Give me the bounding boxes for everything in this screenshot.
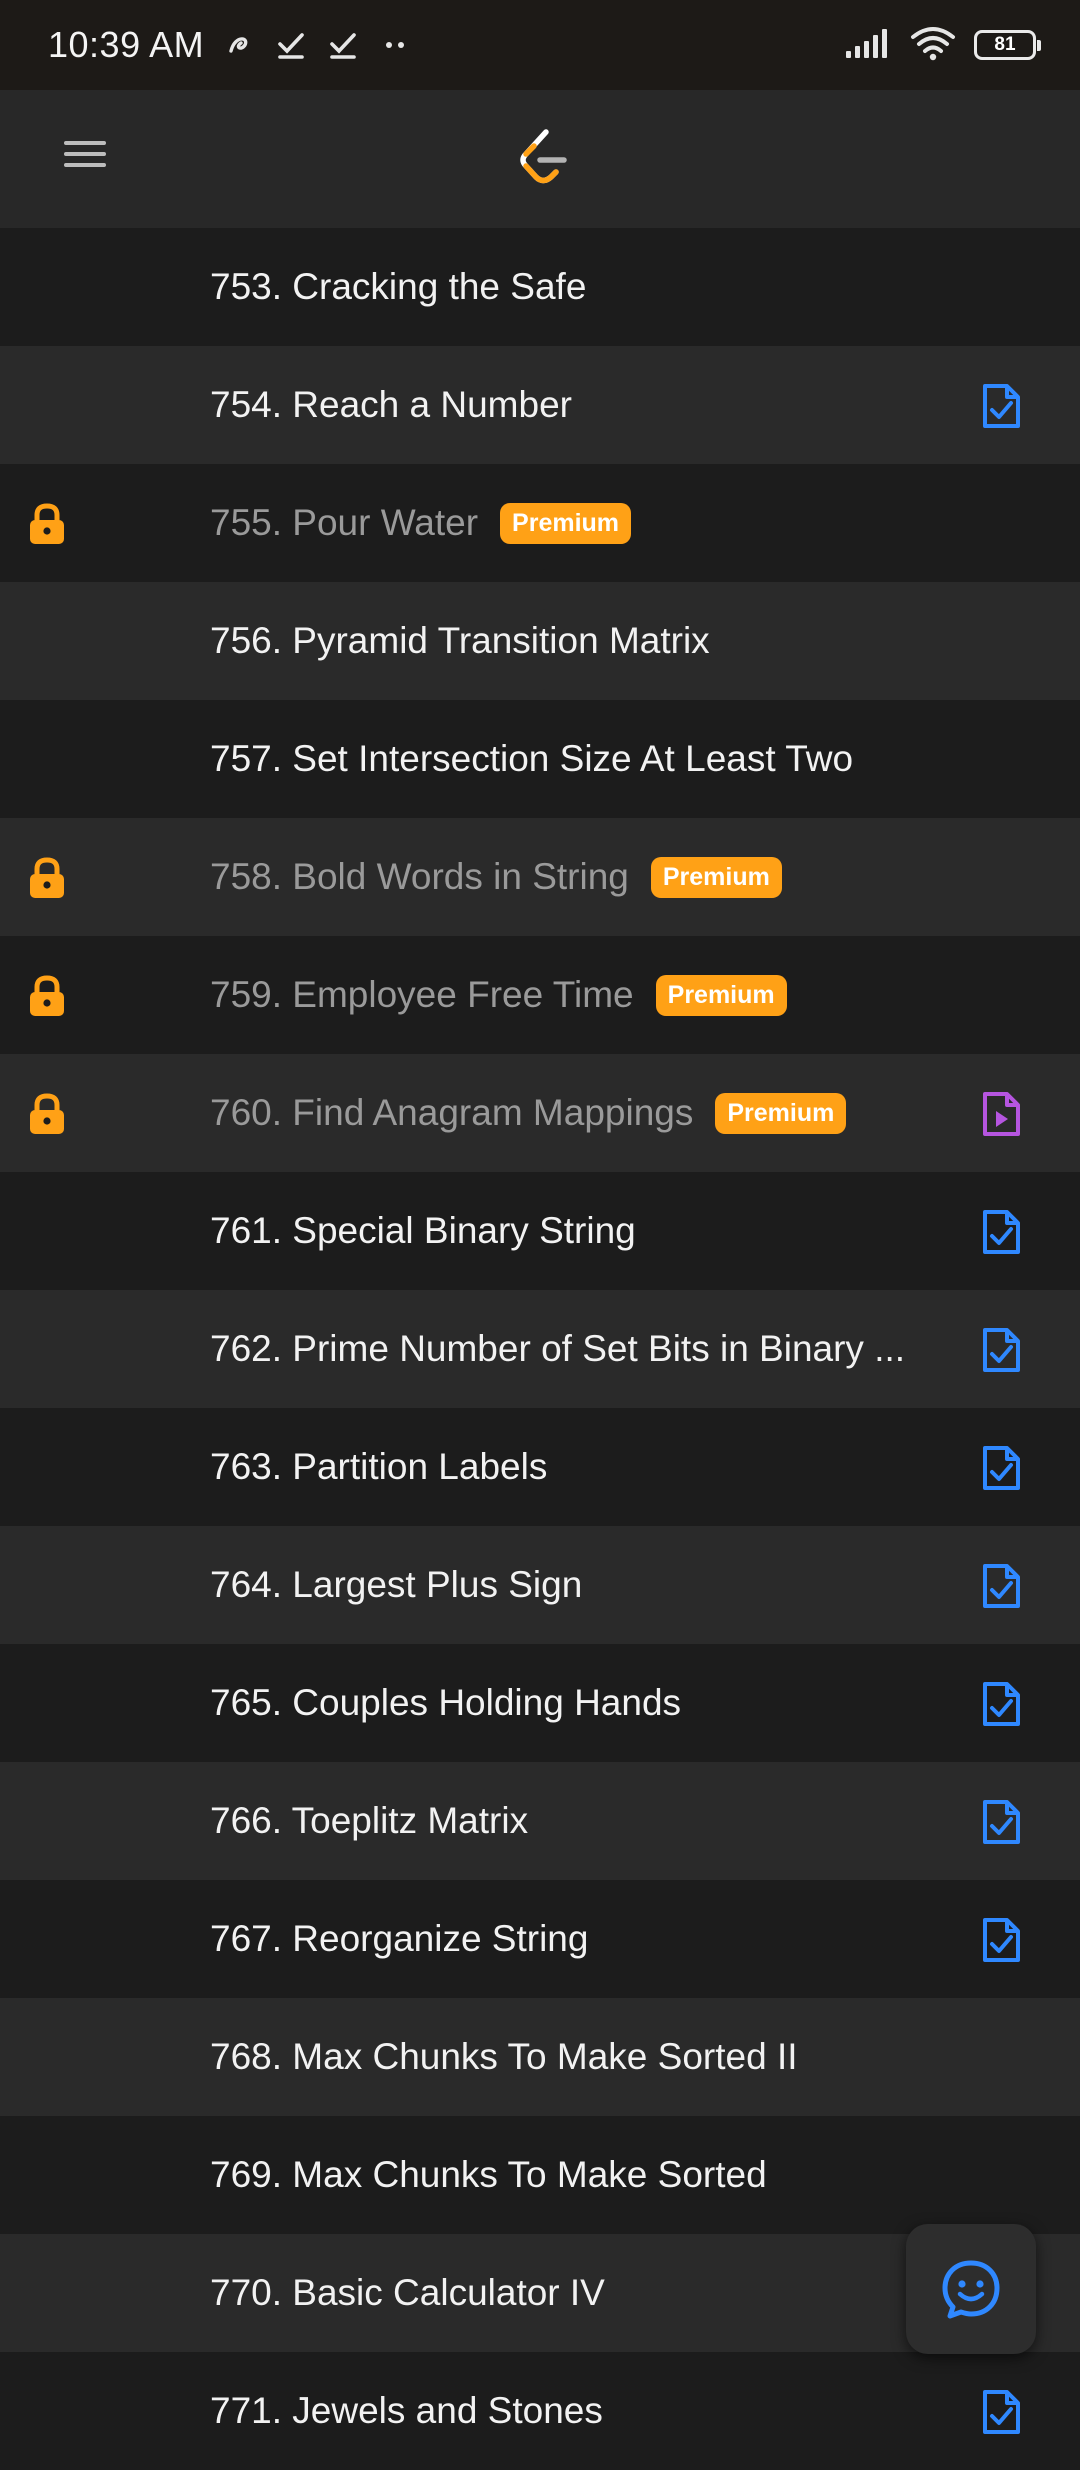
- problem-title: 759. Employee Free Time: [210, 974, 634, 1015]
- problem-title-wrap: 755. Pour Water Premium: [210, 464, 950, 582]
- problem-title: 769. Max Chunks To Make Sorted: [210, 2154, 767, 2195]
- battery-level: 81: [994, 34, 1016, 55]
- problem-row[interactable]: 762. Prime Number of Set Bits in Binary …: [0, 1290, 1080, 1408]
- problem-title-wrap: 753. Cracking the Safe: [210, 228, 950, 346]
- problem-title-wrap: 766. Toeplitz Matrix: [210, 1762, 950, 1880]
- status-time: 10:39 AM: [48, 24, 205, 65]
- problem-row[interactable]: 755. Pour Water Premium: [0, 464, 1080, 582]
- problem-row[interactable]: 768. Max Chunks To Make Sorted II: [0, 1998, 1080, 2116]
- check-icon: [274, 28, 308, 62]
- problem-title-wrap: 770. Basic Calculator IV: [210, 2234, 950, 2352]
- problem-row[interactable]: 756. Pyramid Transition Matrix: [0, 582, 1080, 700]
- leetcode-logo: [512, 126, 576, 192]
- problem-title: 763. Partition Labels: [210, 1446, 548, 1487]
- dots-icon: [378, 28, 412, 62]
- premium-badge: Premium: [500, 502, 632, 544]
- lock-icon: [26, 856, 68, 900]
- problem-title: 753. Cracking the Safe: [210, 266, 587, 307]
- problem-row[interactable]: 766. Toeplitz Matrix: [0, 1762, 1080, 1880]
- problem-title-wrap: 757. Set Intersection Size At Least Two: [210, 700, 950, 818]
- solution-doc-icon[interactable]: [980, 1916, 1022, 1964]
- problem-title-wrap: 765. Couples Holding Hands: [210, 1644, 950, 1762]
- problem-row[interactable]: 760. Find Anagram Mappings Premium: [0, 1054, 1080, 1172]
- check-icon: [326, 28, 360, 62]
- nfc-icon: [222, 28, 256, 62]
- problem-title: 767. Reorganize String: [210, 1918, 589, 1959]
- solution-doc-icon[interactable]: [980, 1798, 1022, 1846]
- problem-row[interactable]: 757. Set Intersection Size At Least Two: [0, 700, 1080, 818]
- problem-title: 754. Reach a Number: [210, 384, 572, 425]
- problem-title-wrap: 763. Partition Labels: [210, 1408, 950, 1526]
- signal-icon: [844, 27, 892, 64]
- status-right: 81: [844, 25, 1041, 66]
- problem-title: 764. Largest Plus Sign: [210, 1564, 583, 1605]
- problem-title: 756. Pyramid Transition Matrix: [210, 620, 710, 661]
- battery-icon: 81: [974, 30, 1041, 60]
- problem-title-wrap: 768. Max Chunks To Make Sorted II: [210, 1998, 950, 2116]
- hamburger-icon[interactable]: [60, 134, 110, 184]
- problem-title-wrap: 758. Bold Words in String Premium: [210, 818, 950, 936]
- problem-title: 760. Find Anagram Mappings: [210, 1092, 694, 1133]
- premium-badge: Premium: [655, 974, 787, 1016]
- problem-row[interactable]: 758. Bold Words in String Premium: [0, 818, 1080, 936]
- status-left: 10:39 AM: [48, 24, 412, 66]
- problem-title-wrap: 769. Max Chunks To Make Sorted: [210, 2116, 950, 2234]
- solution-doc-icon[interactable]: [980, 382, 1022, 430]
- problem-title: 758. Bold Words in String: [210, 856, 629, 897]
- problem-title-wrap: 754. Reach a Number: [210, 346, 950, 464]
- lock-icon: [26, 502, 68, 546]
- lock-icon: [26, 974, 68, 1018]
- problem-title: 771. Jewels and Stones: [210, 2390, 603, 2431]
- problem-row[interactable]: 771. Jewels and Stones: [0, 2352, 1080, 2470]
- premium-badge: Premium: [650, 856, 782, 898]
- premium-badge: Premium: [715, 1092, 847, 1134]
- problem-row[interactable]: 753. Cracking the Safe: [0, 228, 1080, 346]
- problem-row[interactable]: 759. Employee Free Time Premium: [0, 936, 1080, 1054]
- problem-title: 757. Set Intersection Size At Least Two: [210, 738, 854, 779]
- status-bar: 10:39 AM 81: [0, 0, 1080, 90]
- problem-title-wrap: 767. Reorganize String: [210, 1880, 950, 1998]
- problem-title: 766. Toeplitz Matrix: [210, 1800, 529, 1841]
- solution-doc-icon[interactable]: [980, 1444, 1022, 1492]
- problem-row[interactable]: 765. Couples Holding Hands: [0, 1644, 1080, 1762]
- wifi-icon: [910, 25, 956, 66]
- problem-title: 768. Max Chunks To Make Sorted II: [210, 2036, 798, 2077]
- app-header: [0, 90, 1080, 229]
- solution-doc-icon[interactable]: [980, 1208, 1022, 1256]
- problem-row[interactable]: 767. Reorganize String: [0, 1880, 1080, 1998]
- lock-icon: [26, 1092, 68, 1136]
- video-solution-icon[interactable]: [980, 1090, 1022, 1138]
- problem-title: 765. Couples Holding Hands: [210, 1682, 682, 1723]
- problem-title-wrap: 762. Prime Number of Set Bits in Binary …: [210, 1290, 950, 1408]
- problem-row[interactable]: 763. Partition Labels: [0, 1408, 1080, 1526]
- problem-row[interactable]: 761. Special Binary String: [0, 1172, 1080, 1290]
- problem-row[interactable]: 764. Largest Plus Sign: [0, 1526, 1080, 1644]
- problem-title: 761. Special Binary String: [210, 1210, 636, 1251]
- problem-title-wrap: 764. Largest Plus Sign: [210, 1526, 950, 1644]
- problem-row[interactable]: 769. Max Chunks To Make Sorted: [0, 2116, 1080, 2234]
- chat-feedback-icon: [942, 2260, 1000, 2319]
- problem-title-wrap: 756. Pyramid Transition Matrix: [210, 582, 950, 700]
- solution-doc-icon[interactable]: [980, 2388, 1022, 2436]
- problem-title: 762. Prime Number of Set Bits in Binary …: [210, 1328, 906, 1369]
- problem-title-wrap: 759. Employee Free Time Premium: [210, 936, 950, 1054]
- solution-doc-icon[interactable]: [980, 1326, 1022, 1374]
- problem-title: 755. Pour Water: [210, 502, 479, 543]
- problem-title-wrap: 760. Find Anagram Mappings Premium: [210, 1054, 950, 1172]
- solution-doc-icon[interactable]: [980, 1680, 1022, 1728]
- problem-list: 753. Cracking the Safe 754. Reach a Numbe…: [0, 228, 1080, 2470]
- problem-title-wrap: 761. Special Binary String: [210, 1172, 950, 1290]
- problem-title-wrap: 771. Jewels and Stones: [210, 2352, 950, 2470]
- problem-title: 770. Basic Calculator IV: [210, 2272, 605, 2313]
- feedback-button[interactable]: [906, 2224, 1036, 2354]
- solution-doc-icon[interactable]: [980, 1562, 1022, 1610]
- problem-row[interactable]: 754. Reach a Number: [0, 346, 1080, 464]
